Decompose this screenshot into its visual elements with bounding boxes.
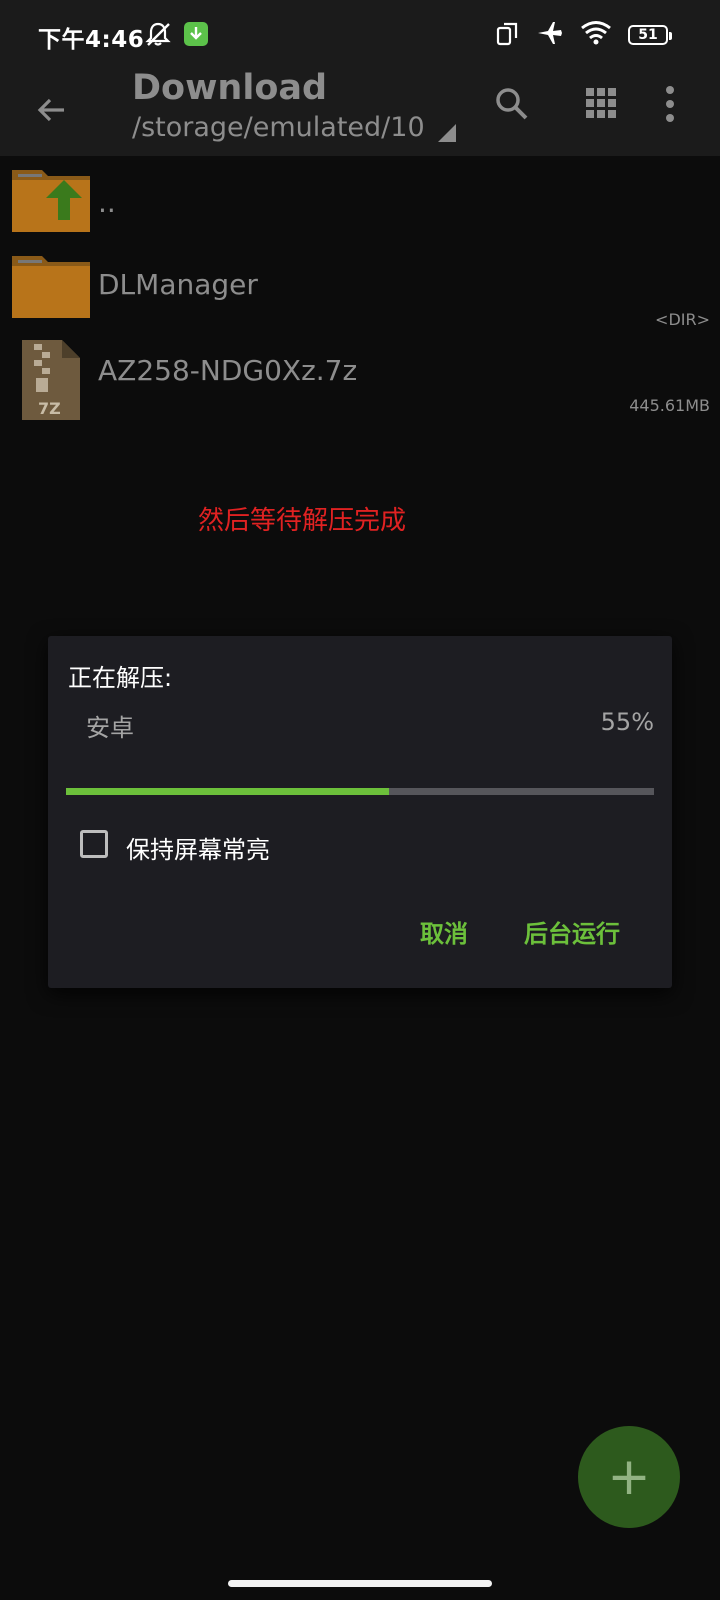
svg-text:7Z: 7Z xyxy=(38,399,61,418)
instruction-text: 然后等待解压完成 xyxy=(197,506,406,536)
mute-icon xyxy=(144,20,172,52)
list-item[interactable]: 7Z AZ258-NDG0Xz.7z 445.61MB xyxy=(0,340,720,420)
file-name: .. xyxy=(98,186,116,219)
airplane-icon xyxy=(536,20,564,50)
file-name: DLManager xyxy=(98,268,258,301)
screen-rotate-icon xyxy=(496,20,520,50)
plus-icon: + xyxy=(607,1447,651,1507)
file-meta: 445.61MB xyxy=(629,396,710,415)
extracting-file-name: 安卓 xyxy=(86,714,134,742)
keep-screen-on-label[interactable]: 保持屏幕常亮 xyxy=(126,830,270,865)
add-fab-button[interactable]: + xyxy=(578,1426,680,1528)
status-bar: 下午4:46 51 xyxy=(0,0,720,68)
cancel-button[interactable]: 取消 xyxy=(420,914,468,949)
status-right-icons: 51 xyxy=(496,20,672,50)
file-name: AZ258-NDG0Xz.7z xyxy=(98,354,358,387)
progress-percent: 55% xyxy=(600,708,654,736)
folder-icon xyxy=(12,254,90,322)
list-item[interactable]: DLManager <DIR> xyxy=(0,254,720,329)
path-dropdown-icon[interactable] xyxy=(438,124,456,142)
back-arrow-icon[interactable] xyxy=(30,88,74,132)
more-vert-icon[interactable] xyxy=(664,84,676,128)
download-notification-icon xyxy=(184,22,208,50)
list-item[interactable]: .. xyxy=(0,166,720,236)
toolbar-path[interactable]: /storage/emulated/10 xyxy=(132,112,425,143)
toolbar-title: Download xyxy=(132,68,328,108)
search-icon[interactable] xyxy=(492,84,532,128)
progress-fill xyxy=(66,788,390,795)
progress-bar xyxy=(66,788,654,795)
grid-view-icon[interactable] xyxy=(584,86,618,124)
7z-archive-icon: 7Z xyxy=(22,340,80,424)
gesture-nav-bar[interactable] xyxy=(228,1580,492,1587)
toolbar: Download /storage/emulated/10 xyxy=(0,68,720,156)
status-left-icons xyxy=(144,20,208,52)
wifi-icon xyxy=(580,20,612,50)
file-meta: <DIR> xyxy=(655,310,710,329)
keep-screen-on-checkbox[interactable] xyxy=(80,830,108,858)
run-in-background-button[interactable]: 后台运行 xyxy=(524,914,620,949)
dialog-title: 正在解压: xyxy=(68,664,173,692)
parent-folder-icon xyxy=(12,166,90,236)
extract-dialog: 正在解压: 安卓 55% 保持屏幕常亮 取消 后台运行 xyxy=(48,636,672,988)
battery-icon: 51 xyxy=(628,25,672,45)
status-time: 下午4:46 xyxy=(38,27,145,53)
